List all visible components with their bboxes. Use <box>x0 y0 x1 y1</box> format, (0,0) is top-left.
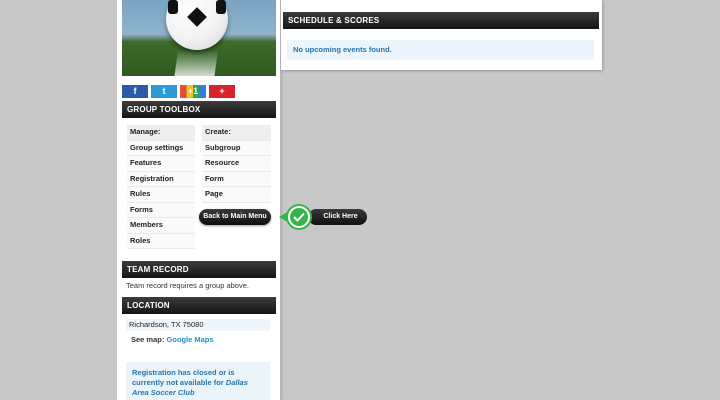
registration-notice: Registration has closed or is currently … <box>126 362 270 400</box>
toolbox-link[interactable]: Registration <box>127 171 195 187</box>
gplus-share-button[interactable]: +1 <box>180 85 206 98</box>
twitter-share-button[interactable]: t <box>151 85 177 98</box>
toolbox-link[interactable]: Form <box>202 171 271 187</box>
no-events-notice: No upcoming events found. <box>287 40 594 60</box>
facebook-share-button[interactable]: f <box>122 85 148 98</box>
manage-column: Manage: Group settings Features Registra… <box>127 125 195 249</box>
see-map-row: See map: Google Maps <box>131 335 214 344</box>
location-header: LOCATION <box>122 297 276 314</box>
toolbox-link[interactable]: Members <box>127 218 195 234</box>
see-map-label: See map: <box>131 335 165 344</box>
soccer-ball-image <box>166 0 228 50</box>
toolbox-link[interactable]: Subgroup <box>202 140 271 156</box>
click-here-callout[interactable]: Click Here <box>279 206 369 228</box>
toolbox-link[interactable]: Forms <box>127 202 195 218</box>
toolbox-link[interactable]: Group settings <box>127 140 195 156</box>
checkmark-icon <box>288 206 310 228</box>
create-column: Create: Subgroup Resource Form Page <box>202 125 271 203</box>
toolbox-link[interactable]: Page <box>202 187 271 203</box>
toolbox-link[interactable]: Resource <box>202 156 271 172</box>
team-record-text: Team record requires a group above. <box>126 281 249 290</box>
create-header: Create: <box>202 125 271 141</box>
toolbox-link[interactable]: Features <box>127 156 195 172</box>
share-buttons: f t +1 + <box>122 85 282 98</box>
group-toolbox-header: GROUP TOOLBOX <box>122 101 276 118</box>
team-photo <box>122 0 276 76</box>
google-maps-link[interactable]: Google Maps <box>166 335 213 344</box>
schedule-header: SCHEDULE & SCORES <box>283 12 599 29</box>
team-record-header: TEAM RECORD <box>122 261 276 278</box>
manage-header: Manage: <box>127 125 195 141</box>
more-share-button[interactable]: + <box>209 85 235 98</box>
toolbox-link[interactable]: Rules <box>127 187 195 203</box>
location-address: Richardson, TX 75080 <box>126 319 270 331</box>
click-here-label[interactable]: Click Here <box>308 209 367 225</box>
registration-text: Registration has closed or is currently … <box>132 368 235 387</box>
back-to-main-menu-button[interactable]: Back to Main Menu <box>199 209 271 225</box>
toolbox-link[interactable]: Roles <box>127 233 195 249</box>
